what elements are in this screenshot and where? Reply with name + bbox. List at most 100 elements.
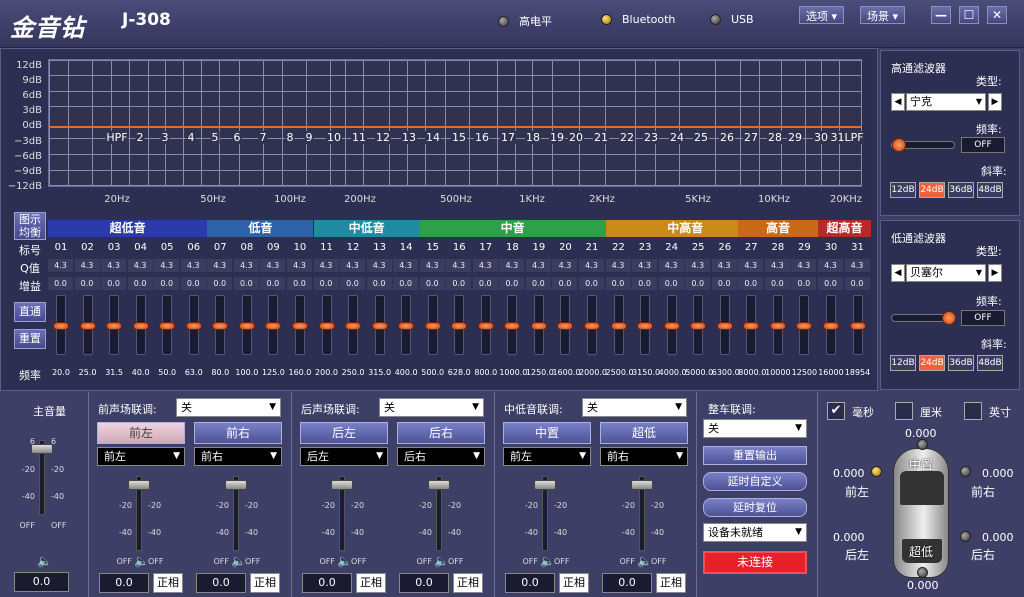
hpf-slope-button[interactable]: 36dB [948,182,974,198]
band-gain-slider[interactable] [557,295,574,355]
midlow-channel-1-select[interactable]: 前左 ▼ [503,447,591,466]
eq-band-marker[interactable]: 24 [669,131,685,144]
slider-knob[interactable] [942,311,956,325]
band-q-value[interactable]: 4.3 [233,259,259,272]
band-frequency[interactable]: 160.0 [287,368,313,377]
band-gain-value[interactable]: 0.0 [313,277,339,290]
eq-band-marker[interactable]: 30 [813,131,829,144]
slider-knob[interactable] [451,322,468,330]
lpf-slope-button[interactable]: 48dB [977,355,1003,371]
unit-checkbox[interactable] [895,402,913,420]
hpf-slope-button[interactable]: 24dB [919,182,945,198]
band-gain-value[interactable]: 0.0 [844,277,870,290]
midlow-channel-1-value[interactable]: 0.0 [505,573,555,593]
band-gain-value[interactable]: 0.0 [419,277,445,290]
bypass-button[interactable]: 直通 [14,302,46,322]
midlow-channel-2-fader[interactable] [631,476,653,551]
device-status-select[interactable]: 设备未就绪 ▼ [703,523,807,542]
front-channel-2-phase-button[interactable]: 正相 [250,573,280,593]
minimize-button[interactable]: — [931,6,951,24]
band-gain-value[interactable]: 0.0 [552,277,578,290]
band-gain-value[interactable]: 0.0 [632,277,658,290]
band-frequency[interactable]: 800.0 [473,368,499,377]
band-frequency[interactable]: 8000.0 [738,368,766,377]
delay-reset-button[interactable]: 延时复位 [703,498,807,517]
slider-knob[interactable] [530,322,547,330]
band-gain-value[interactable]: 0.0 [685,277,711,290]
slider-knob[interactable] [371,322,388,330]
band-gain-value[interactable]: 0.0 [764,277,790,290]
front-channel-1-phase-button[interactable]: 正相 [153,573,183,593]
car-top[interactable]: 0.000 [905,427,937,440]
band-gain-value[interactable]: 0.0 [127,277,153,290]
midlow-channel-1-button[interactable]: 中置 [503,422,591,444]
band-gain-value[interactable]: 0.0 [233,277,259,290]
slider-knob[interactable] [690,322,707,330]
eq-band-marker[interactable]: 16 [474,131,490,144]
slider-knob[interactable] [159,322,176,330]
slider-knob[interactable] [132,322,149,330]
rear-channel-1-value[interactable]: 0.0 [302,573,352,593]
eq-band-marker[interactable]: 19 [549,131,565,144]
slider-knob[interactable] [424,322,441,330]
band-q-value[interactable]: 4.3 [366,259,392,272]
car-rear-right-val[interactable]: 0.000 [982,531,1014,544]
band-frequency[interactable]: 12500 [791,368,817,377]
speaker-position-icon[interactable] [917,439,928,450]
band-gain-value[interactable]: 0.0 [791,277,817,290]
band-q-value[interactable]: 4.3 [817,259,843,272]
band-q-value[interactable]: 4.3 [127,259,153,272]
speaker-icon[interactable]: 🔈 [540,554,555,568]
slider-knob[interactable] [663,322,680,330]
band-gain-value[interactable]: 0.0 [446,277,472,290]
slider-knob[interactable] [398,322,415,330]
band-gain-slider[interactable] [477,295,494,355]
eq-band-marker[interactable]: 18 [525,131,541,144]
slider-knob[interactable] [477,322,494,330]
front-channel-1-select[interactable]: 前左 ▼ [97,447,185,466]
band-gain-slider[interactable] [504,295,521,355]
eq-band-marker[interactable]: 4 [186,131,196,144]
options-menu-button[interactable]: 选项 ▾ [799,6,845,24]
band-gain-slider[interactable] [716,295,733,355]
band-frequency[interactable]: 6300.0 [712,368,740,377]
band-q-value[interactable]: 4.3 [101,259,127,272]
slider-knob[interactable] [345,322,362,330]
band-frequency[interactable]: 628.0 [446,368,472,377]
band-gain-value[interactable]: 0.0 [525,277,551,290]
band-gain-value[interactable]: 0.0 [738,277,764,290]
band-gain-slider[interactable] [637,295,654,355]
speaker-icon[interactable]: 🔈 [337,554,352,568]
unit-checkbox[interactable] [964,402,982,420]
midlow-channel-2-value[interactable]: 0.0 [602,573,652,593]
band-q-value[interactable]: 4.3 [154,259,180,272]
band-gain-value[interactable]: 0.0 [366,277,392,290]
eq-band-marker[interactable]: 11 [351,131,367,144]
band-gain-slider[interactable] [106,295,123,355]
band-q-value[interactable]: 4.3 [180,259,206,272]
slider-knob[interactable] [610,322,627,330]
band-gain-value[interactable]: 0.0 [207,277,233,290]
eq-band-marker[interactable]: 9 [304,131,314,144]
midlow-channel-1-phase-button[interactable]: 正相 [559,573,589,593]
band-gain-slider[interactable] [610,295,627,355]
scene-menu-button[interactable]: 场景 ▾ [860,6,906,24]
front-channel-2-value[interactable]: 0.0 [196,573,246,593]
lpf-freq-slider[interactable] [891,311,956,325]
fader-knob[interactable] [428,480,450,490]
speaker-position-icon[interactable] [917,567,928,578]
lpf-type-next-button[interactable]: ▶ [988,264,1002,282]
eq-band-marker[interactable]: 25 [693,131,709,144]
master-volume-fader[interactable] [31,440,53,515]
eq-band-marker[interactable]: 28 [767,131,783,144]
slider-knob[interactable] [291,322,308,330]
band-frequency[interactable]: 1250.0 [526,368,554,377]
band-gain-slider[interactable] [398,295,415,355]
band-gain-slider[interactable] [238,295,255,355]
rear-channel-1-select[interactable]: 后左 ▼ [300,447,388,466]
band-gain-slider[interactable] [265,295,282,355]
eq-band-marker[interactable]: 21 [593,131,609,144]
eq-band-marker[interactable]: HPF [105,131,129,144]
band-gain-slider[interactable] [53,295,69,355]
slider-knob[interactable] [796,322,813,330]
